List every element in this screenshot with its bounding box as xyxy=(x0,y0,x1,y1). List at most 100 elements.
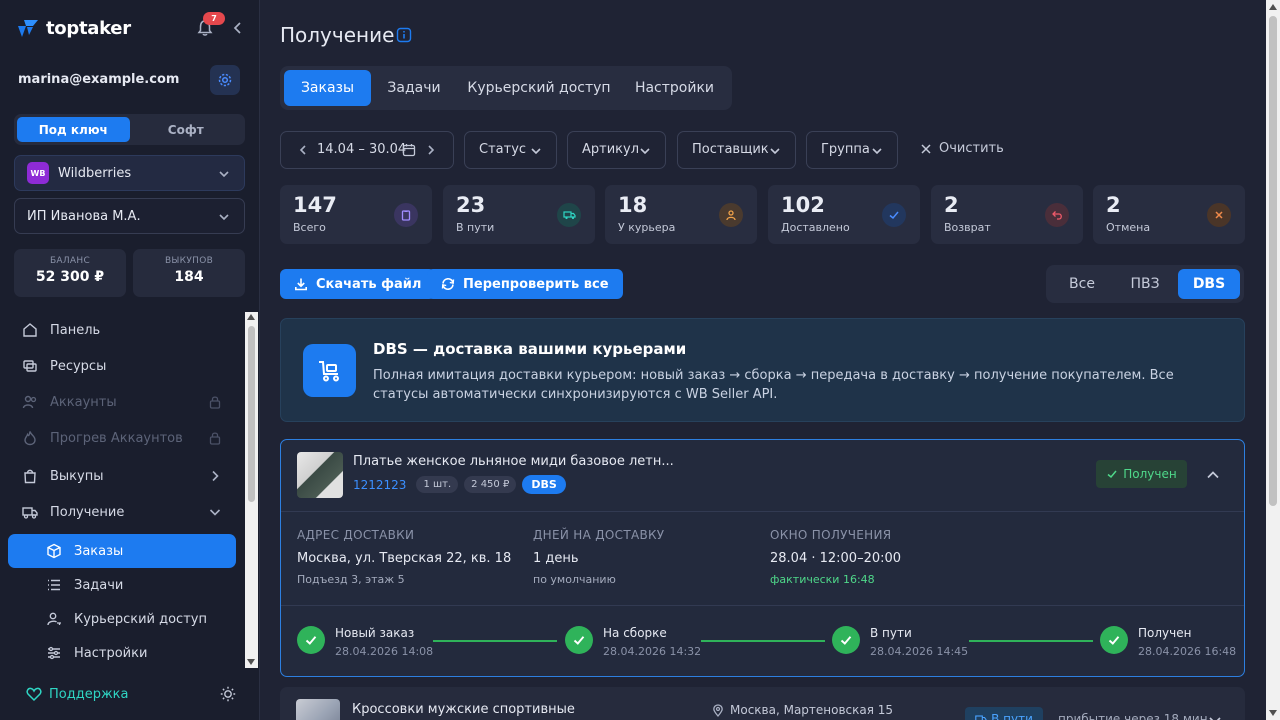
marketplace-select[interactable]: WB Wildberries xyxy=(14,155,245,191)
status-filter-label: Статус xyxy=(479,142,527,157)
order-price: 2 450 ₽ xyxy=(464,476,517,493)
shopping-bag-icon xyxy=(24,469,36,484)
check-icon xyxy=(565,626,593,654)
scroll-down-icon[interactable] xyxy=(247,659,255,665)
step-name: Получен xyxy=(1138,626,1192,640)
sidebar-item-resources[interactable]: Ресурсы xyxy=(8,349,236,383)
tab-settings[interactable]: Настройки xyxy=(623,70,726,106)
sidebar-scroll-thumb[interactable] xyxy=(248,326,255,502)
support-label: Поддержка xyxy=(49,686,129,702)
chevron-left-icon[interactable] xyxy=(231,21,245,35)
supplier-filter[interactable]: Поставщик xyxy=(677,131,796,169)
main-tabs: Заказы Задачи Курьерский доступ Настройк… xyxy=(280,66,732,110)
recheck-all-button[interactable]: Перепроверить все xyxy=(427,269,623,299)
close-icon xyxy=(921,143,931,154)
chevron-down-icon xyxy=(770,148,780,155)
mode-software-button[interactable]: Софт xyxy=(130,117,243,142)
chevron-right-icon xyxy=(212,470,219,482)
kpi-total[interactable]: 147 Всего xyxy=(280,185,432,244)
sidebar-scrollbar[interactable] xyxy=(245,312,258,668)
kpi-cancel[interactable]: 2 Отмена xyxy=(1093,185,1245,244)
status-label: Получен xyxy=(1123,467,1177,481)
filter-all-button[interactable]: Все xyxy=(1050,269,1114,299)
download-file-button[interactable]: Скачать файл xyxy=(280,269,436,299)
sidebar-item-orders[interactable]: Заказы xyxy=(8,534,236,568)
sidebar-item-settings[interactable]: Настройки xyxy=(8,636,236,668)
article-filter[interactable]: Артикул xyxy=(567,131,666,169)
sidebar-item-label: Прогрев Аккаунтов xyxy=(50,430,183,446)
layers-icon xyxy=(23,360,37,372)
order-title[interactable]: Кроссовки мужские спортивные xyxy=(352,702,575,717)
tab-courier-access[interactable]: Курьерский доступ xyxy=(457,70,621,106)
page-scroll-thumb[interactable] xyxy=(1269,16,1277,506)
sidebar-item-tasks[interactable]: Задачи xyxy=(8,568,236,602)
support-link[interactable]: Поддержка xyxy=(26,686,129,702)
status-filter[interactable]: Статус xyxy=(464,131,557,169)
flame-icon xyxy=(24,431,36,446)
kpi-value: 23 xyxy=(456,193,486,217)
divider xyxy=(281,511,1244,512)
order-type-badge: DBS xyxy=(522,475,566,494)
kpi-label: У курьера xyxy=(618,221,676,234)
download-file-label: Скачать файл xyxy=(316,276,422,292)
sun-icon[interactable] xyxy=(220,686,236,702)
buyouts-card: ВЫКУПОВ 184 xyxy=(133,249,245,297)
product-image xyxy=(296,699,340,720)
chevron-left-icon[interactable] xyxy=(297,144,309,156)
balance-value: 52 300 ₽ xyxy=(35,269,105,285)
brand-logo[interactable]: toptaker xyxy=(16,17,131,39)
order-card[interactable]: Кроссовки мужские спортивные Москва, Мар… xyxy=(280,687,1245,720)
entity-select[interactable]: ИП Иванова М.А. xyxy=(14,198,245,234)
order-title[interactable]: Платье женское льняное миди базовое летн… xyxy=(353,454,674,469)
clear-filters-button[interactable]: Очистить xyxy=(920,141,1004,156)
kpi-return[interactable]: 2 Возврат xyxy=(931,185,1083,244)
undo-icon xyxy=(1045,203,1069,227)
user-icon xyxy=(719,203,743,227)
address-label: АДРЕС ДОСТАВКИ xyxy=(297,528,415,542)
order-card[interactable]: Платье женское льняное миди базовое летн… xyxy=(280,439,1245,677)
step-name: Новый заказ xyxy=(335,626,415,640)
sidebar-item-panel[interactable]: Панель xyxy=(8,313,236,347)
kpi-value: 2 xyxy=(944,193,959,217)
clear-filters-label: Очистить xyxy=(939,141,1004,156)
filter-dbs-button[interactable]: DBS xyxy=(1178,269,1240,299)
supplier-filter-label: Поставщик xyxy=(692,142,769,157)
order-eta: прибытие через 18 мин xyxy=(1058,712,1208,720)
sidebar-item-receiving[interactable]: Получение xyxy=(8,495,236,529)
group-filter[interactable]: Группа xyxy=(806,131,898,169)
user-settings-button[interactable] xyxy=(210,65,240,95)
scroll-down-icon[interactable] xyxy=(1269,710,1277,716)
sidebar-item-courier[interactable]: Курьерский доступ xyxy=(8,602,236,636)
balance-card: БАЛАНС 52 300 ₽ xyxy=(14,249,126,297)
kpi-label: Отмена xyxy=(1106,221,1151,234)
tab-tasks[interactable]: Задачи xyxy=(373,70,455,106)
sidebar-item-label: Выкупы xyxy=(50,468,104,484)
chevron-right-icon[interactable] xyxy=(425,144,437,156)
chevron-down-icon xyxy=(531,148,541,155)
page-scrollbar[interactable] xyxy=(1266,0,1280,720)
sidebar-item-warmup[interactable]: Прогрев Аккаунтов xyxy=(8,421,236,455)
sidebar-item-label: Получение xyxy=(50,504,125,520)
product-image xyxy=(297,452,343,498)
status-label: В пути xyxy=(991,712,1033,720)
kpi-value: 2 xyxy=(1106,193,1121,217)
tab-orders[interactable]: Заказы xyxy=(284,70,371,106)
days-value: 1 день xyxy=(533,551,579,566)
chevron-down-icon[interactable] xyxy=(1208,713,1222,720)
filter-pvz-button[interactable]: ПВЗ xyxy=(1114,269,1176,299)
mode-turnkey-button[interactable]: Под ключ xyxy=(17,117,130,142)
order-id-link[interactable]: 1212123 xyxy=(353,478,406,492)
date-range-filter[interactable]: 14.04 – 30.04 xyxy=(280,131,454,169)
scroll-up-icon[interactable] xyxy=(1269,4,1277,10)
sidebar-item-buyouts[interactable]: Выкупы xyxy=(8,459,236,493)
sidebar-item-accounts[interactable]: Аккаунты xyxy=(8,385,236,419)
kpi-in-transit[interactable]: 23 В пути xyxy=(443,185,595,244)
chevron-down-icon xyxy=(640,148,650,155)
kpi-at-courier[interactable]: 18 У курьера xyxy=(605,185,757,244)
scroll-up-icon[interactable] xyxy=(247,314,255,320)
chevron-up-icon[interactable] xyxy=(1206,468,1220,482)
info-icon[interactable] xyxy=(396,27,412,43)
kpi-delivered[interactable]: 102 Доставлено xyxy=(768,185,920,244)
progress-line xyxy=(969,640,1093,642)
banner-title: DBS — доставка вашими курьерами xyxy=(373,340,687,358)
